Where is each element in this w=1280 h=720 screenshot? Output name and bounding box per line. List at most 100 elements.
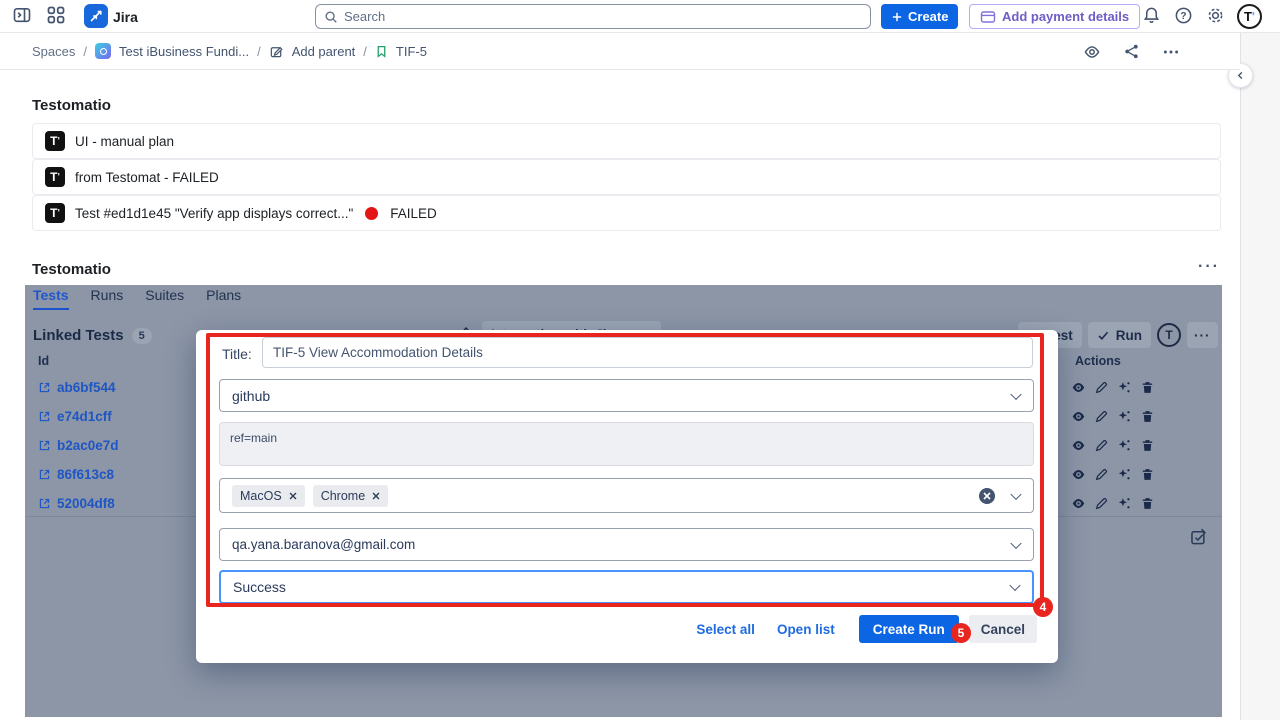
- row-actions: [1071, 380, 1155, 395]
- more-options-icon[interactable]: [1162, 43, 1180, 61]
- run-title-input[interactable]: [262, 337, 1033, 368]
- testomatio-logo-icon: T': [45, 167, 65, 187]
- chevron-left-icon: [1235, 70, 1246, 81]
- watch-eye-icon[interactable]: [1083, 43, 1101, 61]
- failed-status-dot-icon: [365, 207, 378, 220]
- test-item-label: UI - manual plan: [75, 134, 174, 149]
- status-select-focused[interactable]: Success: [219, 570, 1034, 604]
- view-eye-icon[interactable]: [1071, 380, 1086, 395]
- ai-sparkle-icon[interactable]: [1117, 380, 1132, 395]
- edit-pencil-icon[interactable]: [1094, 496, 1109, 511]
- edit-pencil-icon[interactable]: [1094, 409, 1109, 424]
- share-icon[interactable]: [1123, 43, 1140, 60]
- testomatio-logo-icon: T': [45, 203, 65, 223]
- remove-tag-icon[interactable]: [289, 492, 297, 500]
- testomatio-circle-logo-icon[interactable]: T: [1157, 323, 1181, 347]
- bulk-edit-icon[interactable]: [1189, 527, 1208, 546]
- tags-multiselect[interactable]: MacOS Chrome: [219, 478, 1034, 513]
- tab-suites[interactable]: Suites: [145, 287, 184, 310]
- test-item-label: from Testomat - FAILED: [75, 170, 219, 185]
- test-row-link[interactable]: e74d1cff: [38, 409, 112, 424]
- ai-sparkle-icon[interactable]: [1117, 467, 1132, 482]
- top-navigation-bar: Jira Create Add payment details ? T': [0, 0, 1280, 33]
- ai-sparkle-icon[interactable]: [1117, 438, 1132, 453]
- delete-trash-icon[interactable]: [1140, 496, 1155, 511]
- test-list-item[interactable]: T' Test #ed1d1e45 "Verify app displays c…: [32, 195, 1221, 231]
- remove-tag-icon[interactable]: [372, 492, 380, 500]
- test-item-status: FAILED: [390, 206, 437, 221]
- tab-runs[interactable]: Runs: [91, 287, 124, 310]
- breadcrumb-add-parent-link[interactable]: Add parent: [292, 44, 356, 59]
- create-run-button[interactable]: Create Run: [859, 615, 959, 643]
- test-list-item[interactable]: T' from Testomat - FAILED: [32, 159, 1221, 195]
- right-panel-rail: [1240, 33, 1280, 720]
- cancel-button[interactable]: Cancel: [969, 615, 1037, 643]
- chevron-down-icon: [1010, 537, 1021, 548]
- app-name: Jira: [113, 9, 138, 25]
- view-eye-icon[interactable]: [1071, 496, 1086, 511]
- chevron-down-icon: [1009, 580, 1020, 591]
- run-button-label: Run: [1116, 328, 1142, 343]
- test-id: ab6bf544: [57, 380, 116, 395]
- run-params-textarea[interactable]: ref=main: [219, 422, 1034, 466]
- breadcrumb-spaces-link[interactable]: Spaces: [32, 44, 75, 59]
- test-row-link[interactable]: b2ac0e7d: [38, 438, 119, 453]
- ai-sparkle-icon[interactable]: [1117, 496, 1132, 511]
- widget-section-title: Testomatio: [32, 261, 111, 278]
- clear-all-icon[interactable]: [979, 488, 995, 504]
- search-input[interactable]: [344, 9, 862, 24]
- bookmark-icon: [375, 44, 388, 59]
- breadcrumb-separator: /: [257, 44, 261, 59]
- delete-trash-icon[interactable]: [1140, 438, 1155, 453]
- page-actions: [1083, 33, 1180, 70]
- breadcrumb-space-link[interactable]: Test iBusiness Fundi...: [119, 44, 249, 59]
- notifications-bell-icon[interactable]: [1142, 6, 1161, 25]
- create-button-label: Create: [908, 9, 948, 24]
- modal-footer: Select all Open list Create Run Cancel: [696, 615, 1037, 643]
- sidebar-toggle-icon[interactable]: [12, 5, 32, 25]
- user-avatar[interactable]: T': [1237, 4, 1262, 29]
- select-all-link[interactable]: Select all: [696, 622, 755, 637]
- open-list-link[interactable]: Open list: [777, 622, 835, 637]
- row-actions: [1071, 496, 1155, 511]
- space-icon: [95, 43, 111, 59]
- app-switcher-icon[interactable]: [46, 5, 66, 25]
- environment-select[interactable]: github: [219, 379, 1034, 412]
- row-actions: [1071, 409, 1155, 424]
- tag-label: MacOS: [240, 489, 282, 503]
- annotation-step-5: 5: [951, 623, 971, 643]
- add-payment-details-button[interactable]: Add payment details: [969, 4, 1140, 29]
- create-button[interactable]: Create: [881, 4, 958, 29]
- widget-more-options-icon[interactable]: ···: [1198, 258, 1220, 276]
- tab-plans[interactable]: Plans: [206, 287, 241, 310]
- delete-trash-icon[interactable]: [1140, 380, 1155, 395]
- tab-tests[interactable]: Tests: [33, 287, 69, 310]
- test-id: e74d1cff: [57, 409, 112, 424]
- breadcrumb-current-item[interactable]: TIF-5: [396, 44, 427, 59]
- view-eye-icon[interactable]: [1071, 467, 1086, 482]
- widget-overflow-menu-icon[interactable]: ···: [1187, 322, 1218, 348]
- test-row-link[interactable]: ab6bf544: [38, 380, 116, 395]
- run-button[interactable]: Run: [1088, 322, 1151, 348]
- tag-label: Chrome: [321, 489, 365, 503]
- test-row-link[interactable]: 52004df8: [38, 496, 115, 511]
- testomatio-logo-icon: T': [45, 131, 65, 151]
- view-eye-icon[interactable]: [1071, 409, 1086, 424]
- assignee-select[interactable]: qa.yana.baranova@gmail.com: [219, 528, 1034, 561]
- svg-text:?: ?: [1180, 11, 1186, 22]
- test-row-link[interactable]: 86f613c8: [38, 467, 114, 482]
- ai-sparkle-icon[interactable]: [1117, 409, 1132, 424]
- settings-gear-icon[interactable]: [1206, 6, 1225, 25]
- view-eye-icon[interactable]: [1071, 438, 1086, 453]
- delete-trash-icon[interactable]: [1140, 467, 1155, 482]
- jira-logo-icon[interactable]: [84, 4, 108, 28]
- chevron-down-icon: [1010, 488, 1021, 499]
- search-box: [315, 4, 871, 29]
- edit-pencil-icon[interactable]: [1094, 467, 1109, 482]
- edit-pencil-icon[interactable]: [1094, 380, 1109, 395]
- help-icon[interactable]: ?: [1174, 6, 1193, 25]
- delete-trash-icon[interactable]: [1140, 409, 1155, 424]
- tag-pill: MacOS: [232, 485, 305, 507]
- test-list-item[interactable]: T' UI - manual plan: [32, 123, 1221, 159]
- edit-pencil-icon[interactable]: [1094, 438, 1109, 453]
